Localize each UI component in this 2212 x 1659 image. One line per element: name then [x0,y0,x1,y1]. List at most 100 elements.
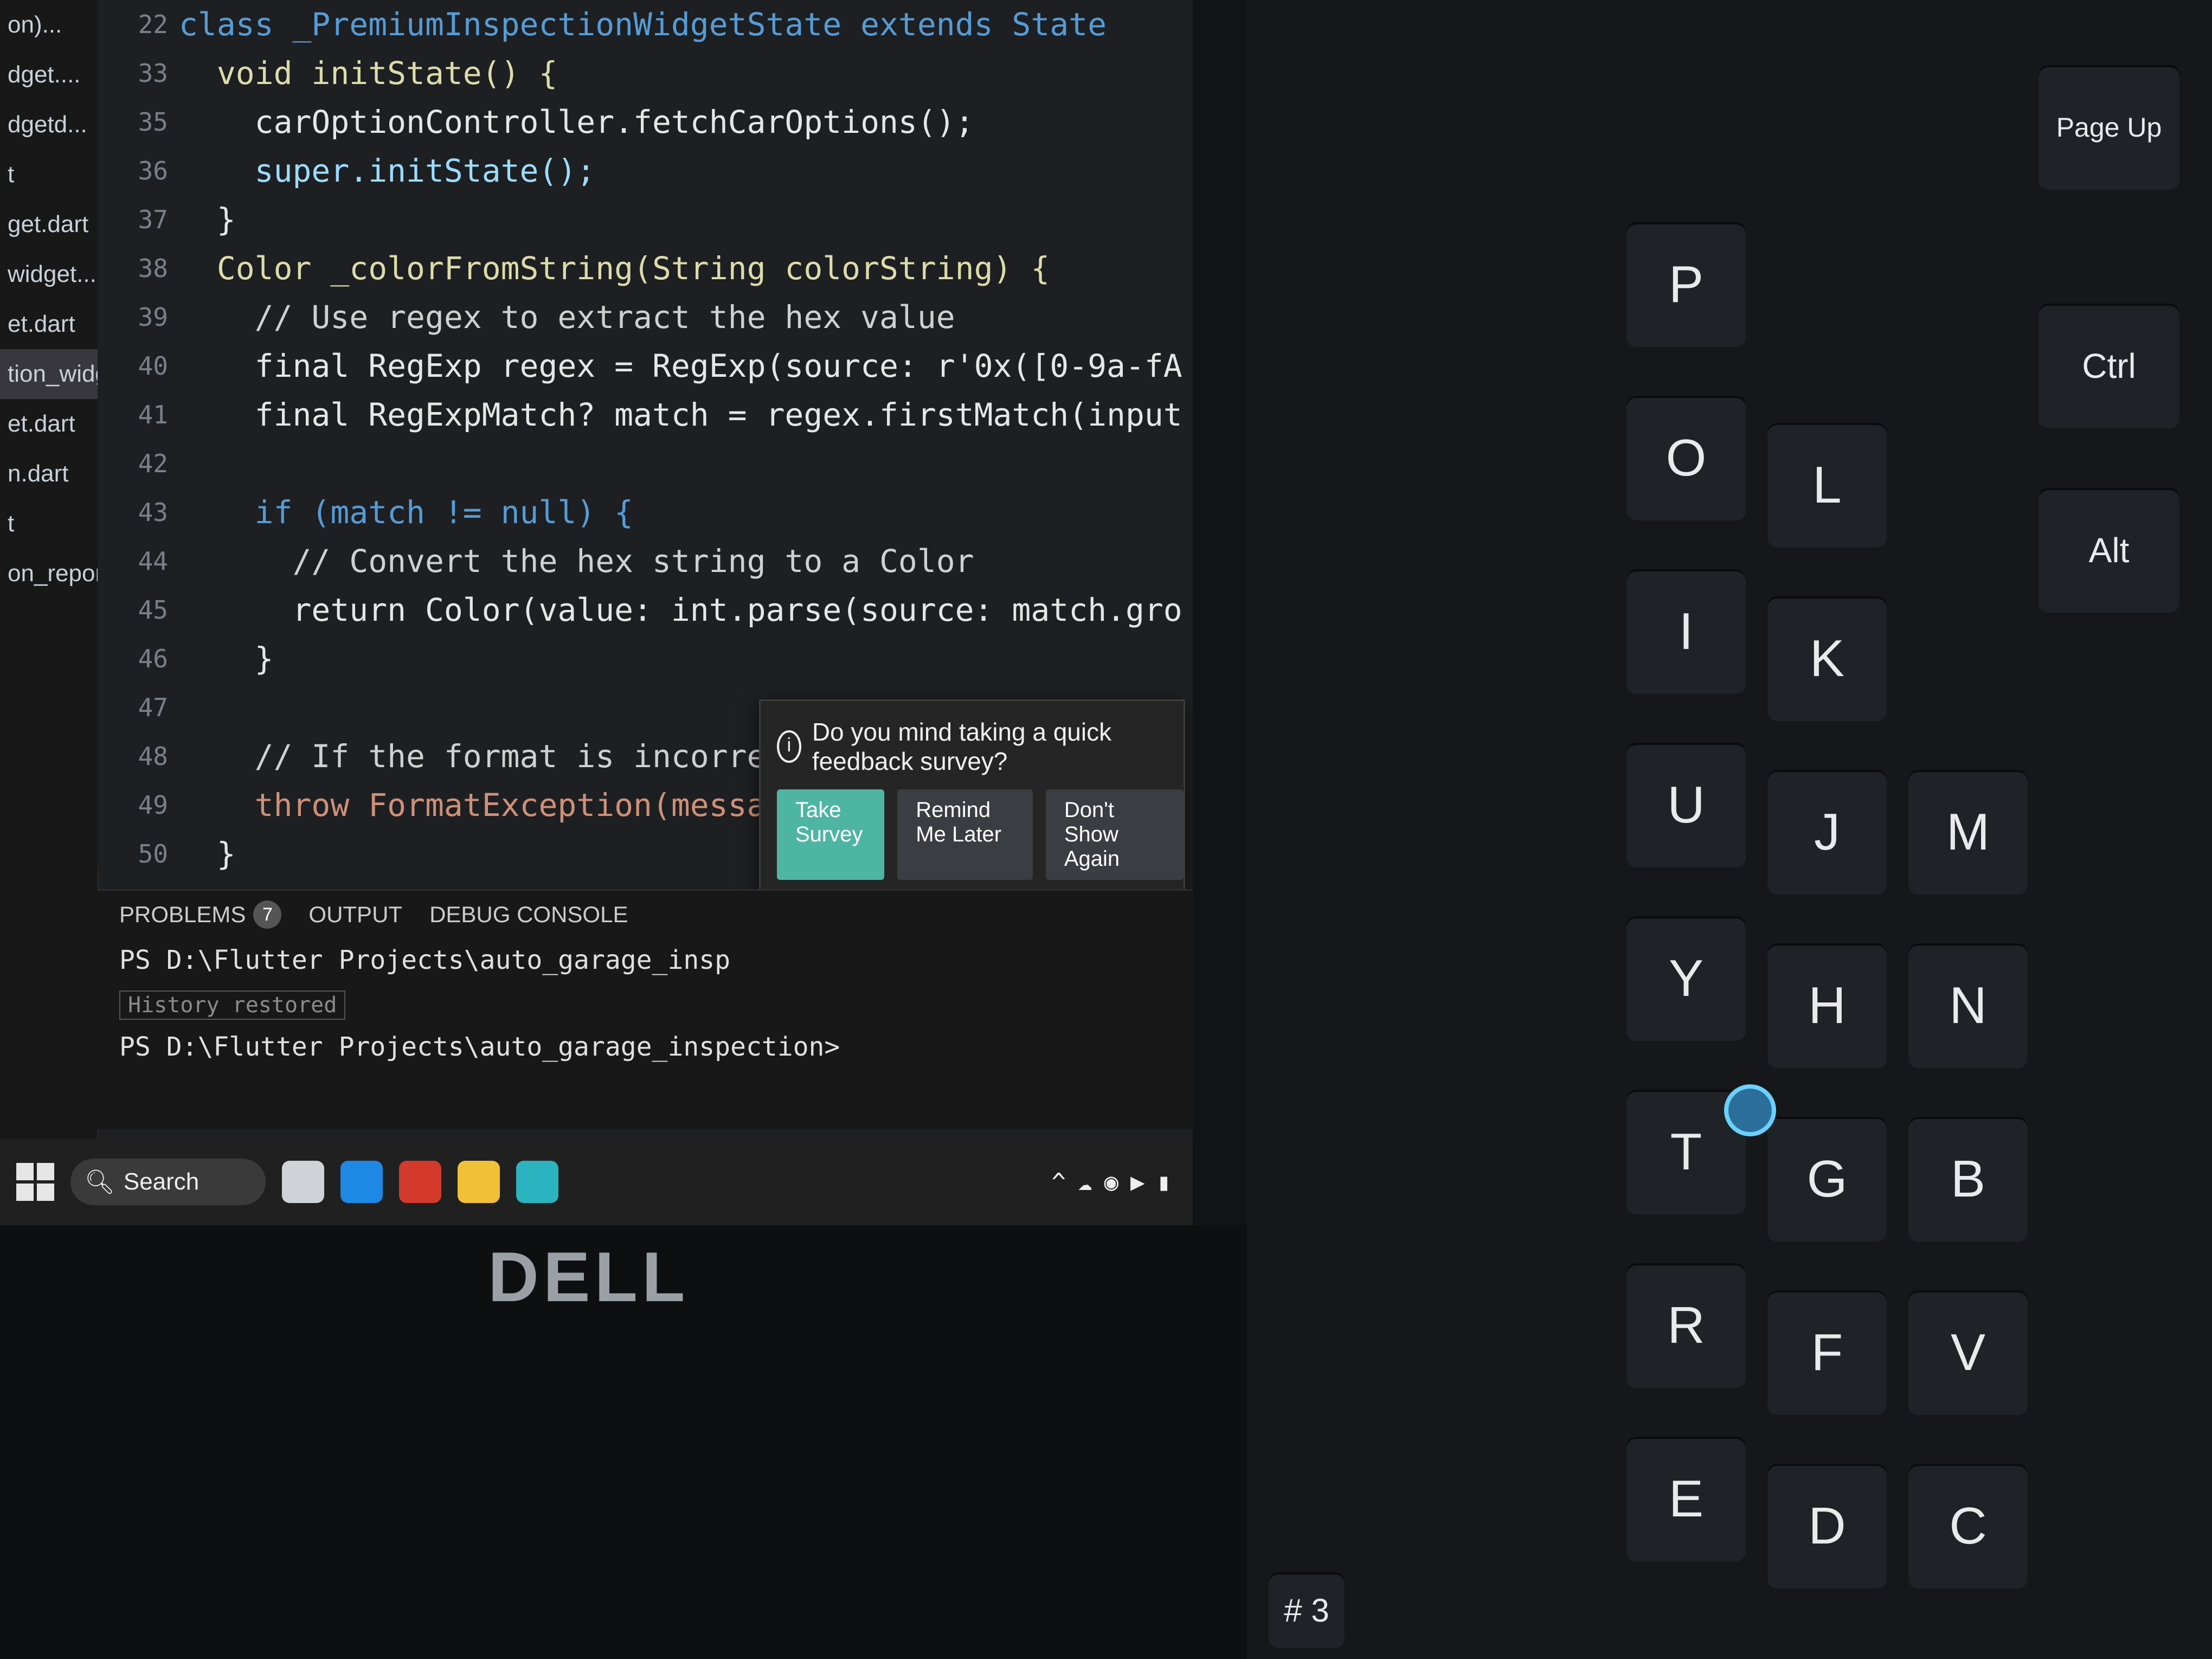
tab-output[interactable]: OUTPUT [308,902,402,928]
explorer-item[interactable]: widget.... [0,249,98,299]
file-explorer: on)... dget.... dgetd... t get.dart widg… [0,0,99,1139]
explorer-item[interactable]: et.dart [0,299,98,349]
battery-icon[interactable]: ▮ [1157,1168,1172,1196]
vscode-icon[interactable] [516,1161,558,1203]
terminal-history-row: History restored [98,982,1193,1025]
explorer-item[interactable]: t [0,150,98,200]
key[interactable]: # 3 [1269,1572,1345,1648]
taskbar-search-box[interactable]: 🔍︎ Search [70,1159,266,1205]
key-n[interactable]: N [1908,943,2028,1068]
code-line[interactable]: Color _colorFromString(String colorStrin… [179,244,1182,293]
line-number: 37 [138,205,168,234]
notification-text: Do you mind taking a quick feedback surv… [812,718,1112,775]
key-label: K [1809,629,1845,687]
windows-start-icon[interactable] [16,1163,54,1201]
key-label: M [1946,803,1990,861]
key-g[interactable]: G [1767,1117,1887,1242]
key-alt[interactable]: Alt [2039,488,2179,613]
line-number-gutter: 22 33 35 36 37 38 39 40 41 42 43 44 45 4… [98,0,179,869]
key-p[interactable]: P [1626,222,1746,347]
app-icon[interactable] [399,1161,441,1203]
code-line[interactable]: } [179,634,1182,683]
code-line[interactable]: // Convert the hex string to a Color [179,537,1182,586]
key-ctrl[interactable]: Ctrl [2039,304,2179,428]
key-label: H [1808,976,1846,1034]
key-k[interactable]: K [1767,596,1887,721]
trackpoint[interactable] [1724,1084,1776,1136]
code-line[interactable]: } [179,195,1182,244]
line-number: 36 [138,156,168,185]
key-label: F [1811,1323,1843,1381]
explorer-item[interactable]: et.dart [0,399,98,449]
edge-icon[interactable] [340,1161,383,1203]
key-h[interactable]: H [1767,943,1887,1068]
code-line[interactable]: carOptionController.fetchCarOptions(); [179,98,1182,146]
chrome-icon[interactable] [458,1161,500,1203]
explorer-item-active[interactable]: tion_widg... [0,349,98,399]
key-e[interactable]: E [1626,1437,1746,1561]
key-label: N [1949,976,1987,1034]
line-number: 33 [138,59,168,88]
key-m[interactable]: M [1908,770,2028,895]
chevron-up-icon[interactable]: ^ [1052,1168,1066,1196]
terminal-line[interactable]: PS D:\Flutter Projects\auto_garage_insp [98,938,1193,982]
key-l[interactable]: L [1767,423,1887,548]
key-label: D [1808,1497,1846,1555]
key-b[interactable]: B [1908,1117,2028,1242]
line-number: 44 [138,546,168,576]
tab-problems[interactable]: PROBLEMS 7 [119,901,282,929]
key-label: R [1667,1296,1705,1354]
speaker-icon[interactable]: ▶ [1130,1168,1145,1196]
key-label: I [1679,602,1694,660]
code-line[interactable]: final RegExp regex = RegExp(source: r'0x… [179,342,1182,390]
code-line[interactable] [179,439,1182,488]
key-v[interactable]: V [1908,1290,2028,1415]
explorer-item[interactable]: on_report.dart [0,549,98,599]
line-number: 50 [138,839,168,869]
key-label: J [1814,803,1840,861]
terminal-prompt[interactable]: PS D:\Flutter Projects\auto_garage_inspe… [98,1025,1193,1069]
key-label: B [1950,1150,1986,1208]
key-i[interactable]: I [1626,569,1746,694]
notification-message: i Do you mind taking a quick feedback su… [761,701,1184,776]
key-label: Page Up [2056,112,2162,143]
code-line[interactable]: super.initState(); [179,146,1182,195]
key-page-up[interactable]: Page Up [2039,65,2179,190]
key-label: Alt [2088,531,2130,570]
explorer-item[interactable]: n.dart [0,449,98,499]
key-label: Ctrl [2082,346,2136,385]
key-u[interactable]: U [1626,743,1746,867]
wifi-icon[interactable]: ◉ [1104,1168,1119,1196]
file-explorer-icon[interactable] [282,1161,324,1203]
key-label: U [1667,776,1705,834]
laptop-keyboard: # 3 E R T Y U I O P D F G H J K L C V B … [1247,0,2212,1659]
key-r[interactable]: R [1626,1263,1746,1388]
tab-debug-console[interactable]: DEBUG CONSOLE [429,902,628,928]
take-survey-button[interactable]: Take Survey [777,789,885,880]
code-line[interactable]: if (match != null) { [179,488,1182,537]
key-c[interactable]: C [1908,1464,2028,1589]
key-label: O [1666,429,1707,487]
key-label: # 3 [1284,1592,1329,1629]
code-line[interactable]: class _PremiumInspectionWidgetState exte… [179,0,1182,49]
code-line[interactable]: // Use regex to extract the hex value [179,293,1182,342]
line-number: 49 [138,790,168,820]
dont-show-again-button[interactable]: Don't Show Again [1045,789,1184,880]
key-f[interactable]: F [1767,1290,1887,1415]
explorer-item[interactable]: get.dart [0,200,98,249]
remind-later-button[interactable]: Remind Me Later [897,789,1033,880]
cloud-icon: ☁ [1078,1168,1092,1196]
key-label: T [1670,1123,1702,1181]
code-line[interactable]: final RegExpMatch? match = regex.firstMa… [179,390,1182,439]
explorer-item[interactable]: on)... [0,0,98,50]
key-o[interactable]: O [1626,396,1746,520]
key-y[interactable]: Y [1626,916,1746,1041]
line-number: 38 [138,254,168,283]
code-line[interactable]: return Color(value: int.parse(source: ma… [179,586,1182,634]
key-d[interactable]: D [1767,1464,1887,1589]
explorer-item[interactable]: dgetd... [0,100,98,150]
explorer-item[interactable]: t [0,499,98,549]
explorer-item[interactable]: dget.... [0,50,98,100]
key-j[interactable]: J [1767,770,1887,895]
code-line[interactable]: void initState() { [179,49,1182,98]
